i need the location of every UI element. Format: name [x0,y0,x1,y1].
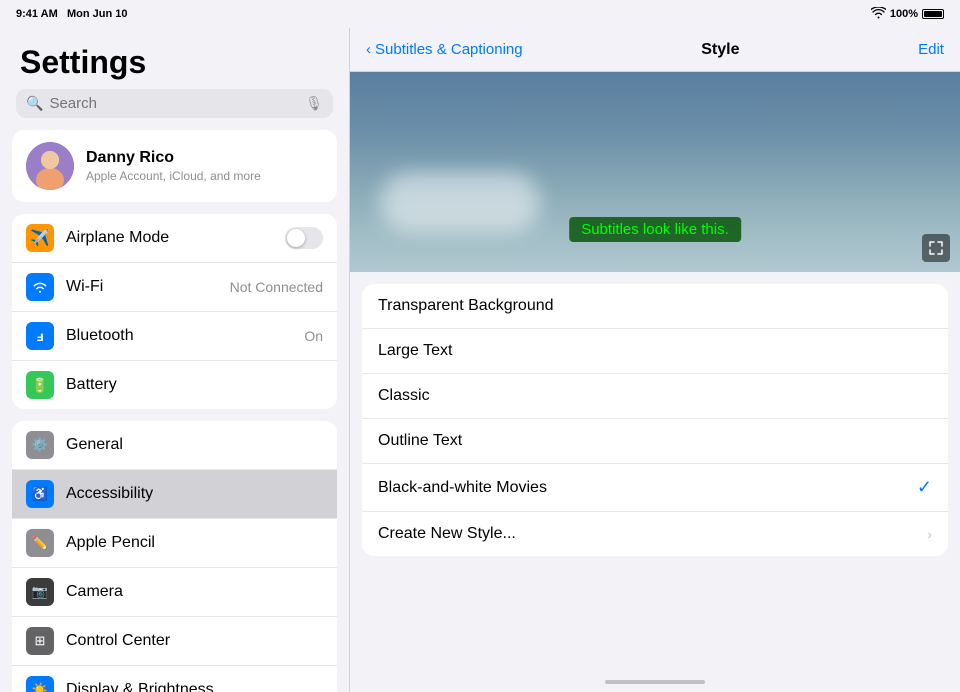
profile-subtitle: Apple Account, iCloud, and more [86,169,261,183]
right-panel: ‹ Subtitles & Captioning Style Edit Subt… [350,28,960,692]
bluetooth-value: On [304,328,323,344]
search-icon: 🔍 [26,95,43,112]
style-classic-label: Classic [378,387,932,405]
bluetooth-label: Bluetooth [66,327,292,345]
controlcenter-icon: ⊞ [26,627,54,655]
battery-icon [922,9,944,19]
style-item-largetext[interactable]: Large Text [362,329,948,374]
applepencil-icon: ✏️ [26,529,54,557]
profile-row[interactable]: Danny Rico Apple Account, iCloud, and mo… [12,130,337,202]
display-label: Display & Brightness [66,681,323,692]
status-date: Mon Jun 10 [67,8,128,20]
general-icon: ⚙️ [26,431,54,459]
battery-label: Battery [66,376,323,394]
style-item-bwmovies[interactable]: Black-and-white Movies ✓ [362,464,948,512]
wifi-value: Not Connected [230,279,323,295]
style-item-createnew[interactable]: Create New Style... › [362,512,948,556]
battery-percentage: 100% [890,8,918,20]
applepencil-label: Apple Pencil [66,534,323,552]
accessibility-label: Accessibility [66,485,323,503]
style-item-classic[interactable]: Classic [362,374,948,419]
status-time-date: 9:41 AM Mon Jun 10 [16,8,127,20]
style-item-transparent[interactable]: Transparent Background [362,284,948,329]
controlcenter-label: Control Center [66,632,323,650]
style-section: Transparent Background Large Text Classi… [362,284,948,556]
battery-settings-icon: 🔋 [26,371,54,399]
camera-label: Camera [66,583,323,601]
nav-edit-button[interactable]: Edit [918,41,944,58]
airplane-icon: ✈️ [26,224,54,252]
nav-back-button[interactable]: ‹ Subtitles & Captioning [366,41,523,58]
style-transparent-label: Transparent Background [378,297,932,315]
cloud-bg [380,172,540,232]
status-bar: 9:41 AM Mon Jun 10 100% [0,0,960,28]
home-bar [605,680,705,684]
wifi-settings-icon [26,273,54,301]
airplane-toggle[interactable] [285,227,323,249]
sidebar-title: Settings [0,28,349,89]
bluetooth-icon: ⅎ [26,322,54,350]
fullscreen-button[interactable] [922,234,950,262]
accessibility-icon: ♿ [26,480,54,508]
camera-icon: 📷 [26,578,54,606]
preview-area: Subtitles look like this. [350,72,960,272]
settings-section-1: ✈️ Airplane Mode [12,214,337,409]
sidebar-item-bluetooth[interactable]: ⅎ Bluetooth On [12,312,337,361]
avatar [26,142,74,190]
nav-title: Style [701,41,739,59]
status-indicators: 100% [871,7,944,22]
wifi-icon [871,7,886,22]
style-createnew-label: Create New Style... [378,525,927,543]
search-bar[interactable]: 🔍 🎙 [16,89,333,118]
nav-back-label: Subtitles & Captioning [375,41,523,58]
profile-info: Danny Rico Apple Account, iCloud, and mo… [86,149,261,183]
sidebar-item-accessibility[interactable]: ♿ Accessibility [12,470,337,519]
sidebar: Settings 🔍 🎙 Danny Rico [0,28,350,692]
wifi-label: Wi-Fi [66,278,218,296]
style-outlinetext-label: Outline Text [378,432,932,450]
style-bwmovies-label: Black-and-white Movies [378,479,917,497]
chevron-right-icon: › [927,526,932,542]
sidebar-item-battery[interactable]: 🔋 Battery [12,361,337,409]
settings-list: ✈️ Airplane Mode [0,214,349,692]
right-nav: ‹ Subtitles & Captioning Style Edit [350,28,960,72]
sidebar-item-airplane[interactable]: ✈️ Airplane Mode [12,214,337,263]
back-chevron-icon: ‹ [366,41,371,58]
sidebar-item-general[interactable]: ⚙️ General [12,421,337,470]
main-layout: Settings 🔍 🎙 Danny Rico [0,28,960,692]
settings-section-2: ⚙️ General ♿ Accessibility ✏️ [12,421,337,692]
style-item-outlinetext[interactable]: Outline Text [362,419,948,464]
sidebar-item-controlcenter[interactable]: ⊞ Control Center [12,617,337,666]
display-icon: ☀️ [26,676,54,692]
style-list: Transparent Background Large Text Classi… [350,272,960,672]
profile-name: Danny Rico [86,149,261,167]
airplane-label: Airplane Mode [66,229,273,247]
checkmark-icon: ✓ [917,477,932,498]
general-label: General [66,436,323,454]
home-indicator [350,672,960,692]
sidebar-item-wifi[interactable]: Wi-Fi Not Connected [12,263,337,312]
status-time: 9:41 AM [16,8,58,20]
sidebar-item-applepencil[interactable]: ✏️ Apple Pencil [12,519,337,568]
device: 9:41 AM Mon Jun 10 100% Settings [0,0,960,692]
style-largetext-label: Large Text [378,342,932,360]
search-input[interactable] [49,95,299,112]
sidebar-item-display[interactable]: ☀️ Display & Brightness [12,666,337,692]
microphone-icon[interactable]: 🎙 [305,95,323,112]
subtitle-caption: Subtitles look like this. [569,217,741,242]
sidebar-item-camera[interactable]: 📷 Camera [12,568,337,617]
